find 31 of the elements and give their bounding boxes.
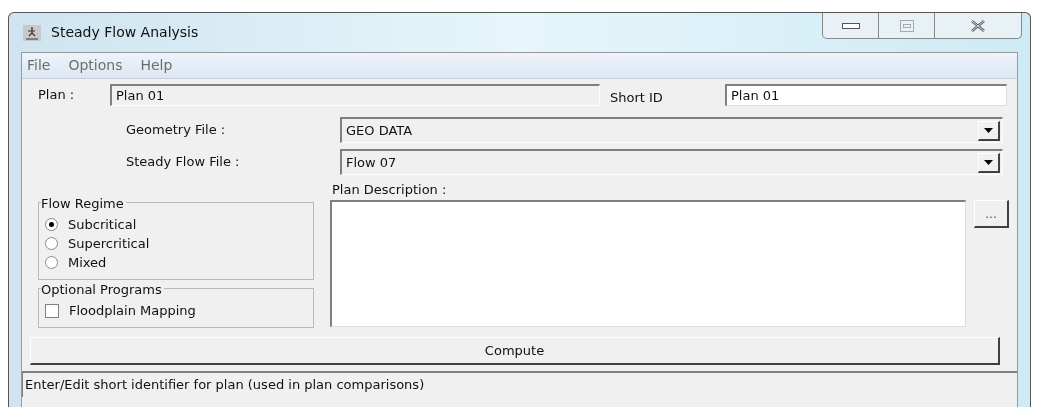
radio-button[interactable] bbox=[45, 237, 58, 250]
menu-item[interactable]: Help bbox=[140, 55, 173, 76]
checkbox-label: Floodplain Mapping bbox=[69, 302, 196, 321]
radio-label: Supercritical bbox=[68, 234, 150, 253]
field-label: Short ID bbox=[610, 89, 664, 108]
field-label: Steady Flow File : bbox=[126, 154, 240, 170]
minimize-button[interactable] bbox=[822, 13, 879, 39]
close-button[interactable] bbox=[934, 13, 1022, 39]
maximize-icon bbox=[899, 19, 914, 32]
radio-button[interactable] bbox=[45, 256, 58, 269]
radio-label: Subcritical bbox=[68, 215, 137, 234]
menu-item[interactable]: Options bbox=[68, 55, 123, 76]
radio-label: Mixed bbox=[68, 253, 107, 272]
menu-item[interactable]: File bbox=[27, 55, 51, 76]
browse-button[interactable]: ... bbox=[974, 200, 1009, 228]
geometry-file-dropdown[interactable]: GEO DATA bbox=[340, 117, 1003, 143]
field-label: Plan : bbox=[37, 86, 76, 105]
app-icon bbox=[23, 24, 41, 41]
compute-button[interactable]: Compute bbox=[30, 337, 1000, 365]
radio-button[interactable] bbox=[45, 218, 58, 231]
field-label: Plan Description : bbox=[332, 181, 448, 199]
minimize-icon bbox=[841, 22, 860, 29]
maximize-button[interactable] bbox=[879, 13, 934, 39]
plan-field[interactable]: Plan 01 bbox=[110, 84, 600, 106]
short-id-field[interactable]: Plan 01 bbox=[725, 84, 1007, 106]
close-icon bbox=[970, 19, 986, 32]
window-title: Steady Flow Analysis bbox=[51, 23, 199, 42]
steady-flow-file-dropdown[interactable]: Flow 07 bbox=[340, 149, 1003, 175]
checkbox[interactable] bbox=[45, 304, 59, 318]
status-bar: Enter/Edit short identifier for plan (used in plan comparisons) bbox=[22, 371, 1017, 397]
field-label: Geometry File : bbox=[126, 122, 226, 138]
